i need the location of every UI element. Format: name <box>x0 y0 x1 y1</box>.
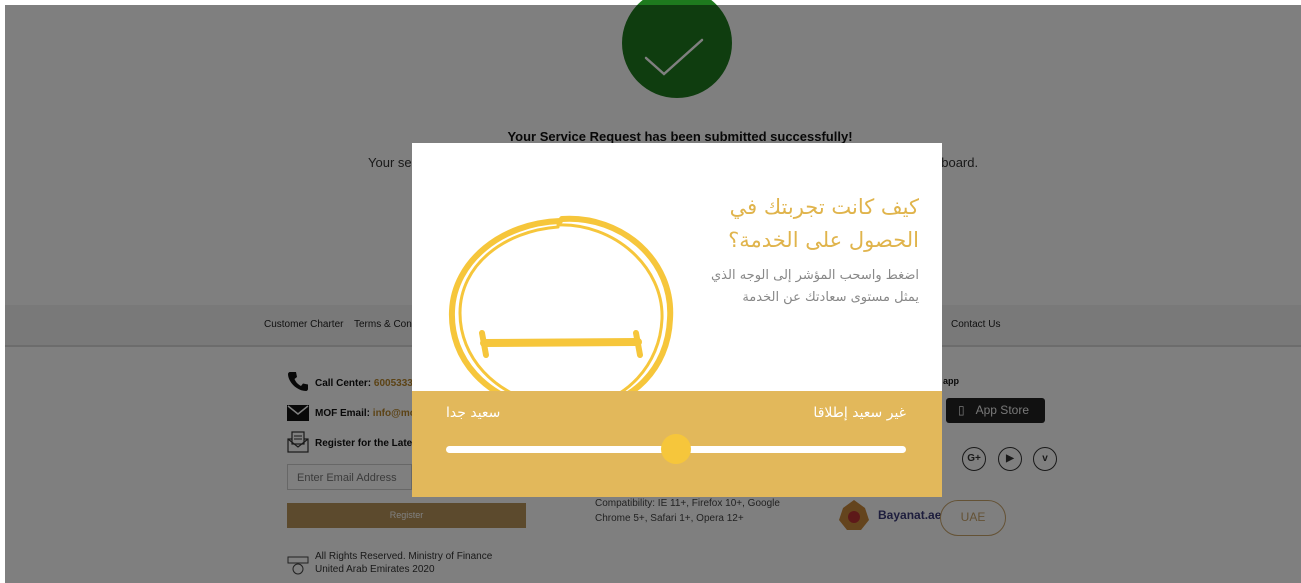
neutral-face-icon <box>448 215 674 409</box>
satisfaction-survey-modal: كيف كانت تجربتك في الحصول على الخدمة؟ اض… <box>412 143 942 497</box>
label-very-happy: سعيد جدا <box>446 405 501 421</box>
rating-slider-panel: غير سعيد إطلاقا سعيد جدا <box>412 391 942 497</box>
survey-question: كيف كانت تجربتك في الحصول على الخدمة؟ <box>728 195 919 252</box>
rating-slider-thumb[interactable] <box>661 434 691 464</box>
survey-instructions: اضغط واسحب المؤشر إلى الوجه الذي يمثل مس… <box>710 268 919 305</box>
label-not-happy: غير سعيد إطلاقا <box>813 405 906 421</box>
